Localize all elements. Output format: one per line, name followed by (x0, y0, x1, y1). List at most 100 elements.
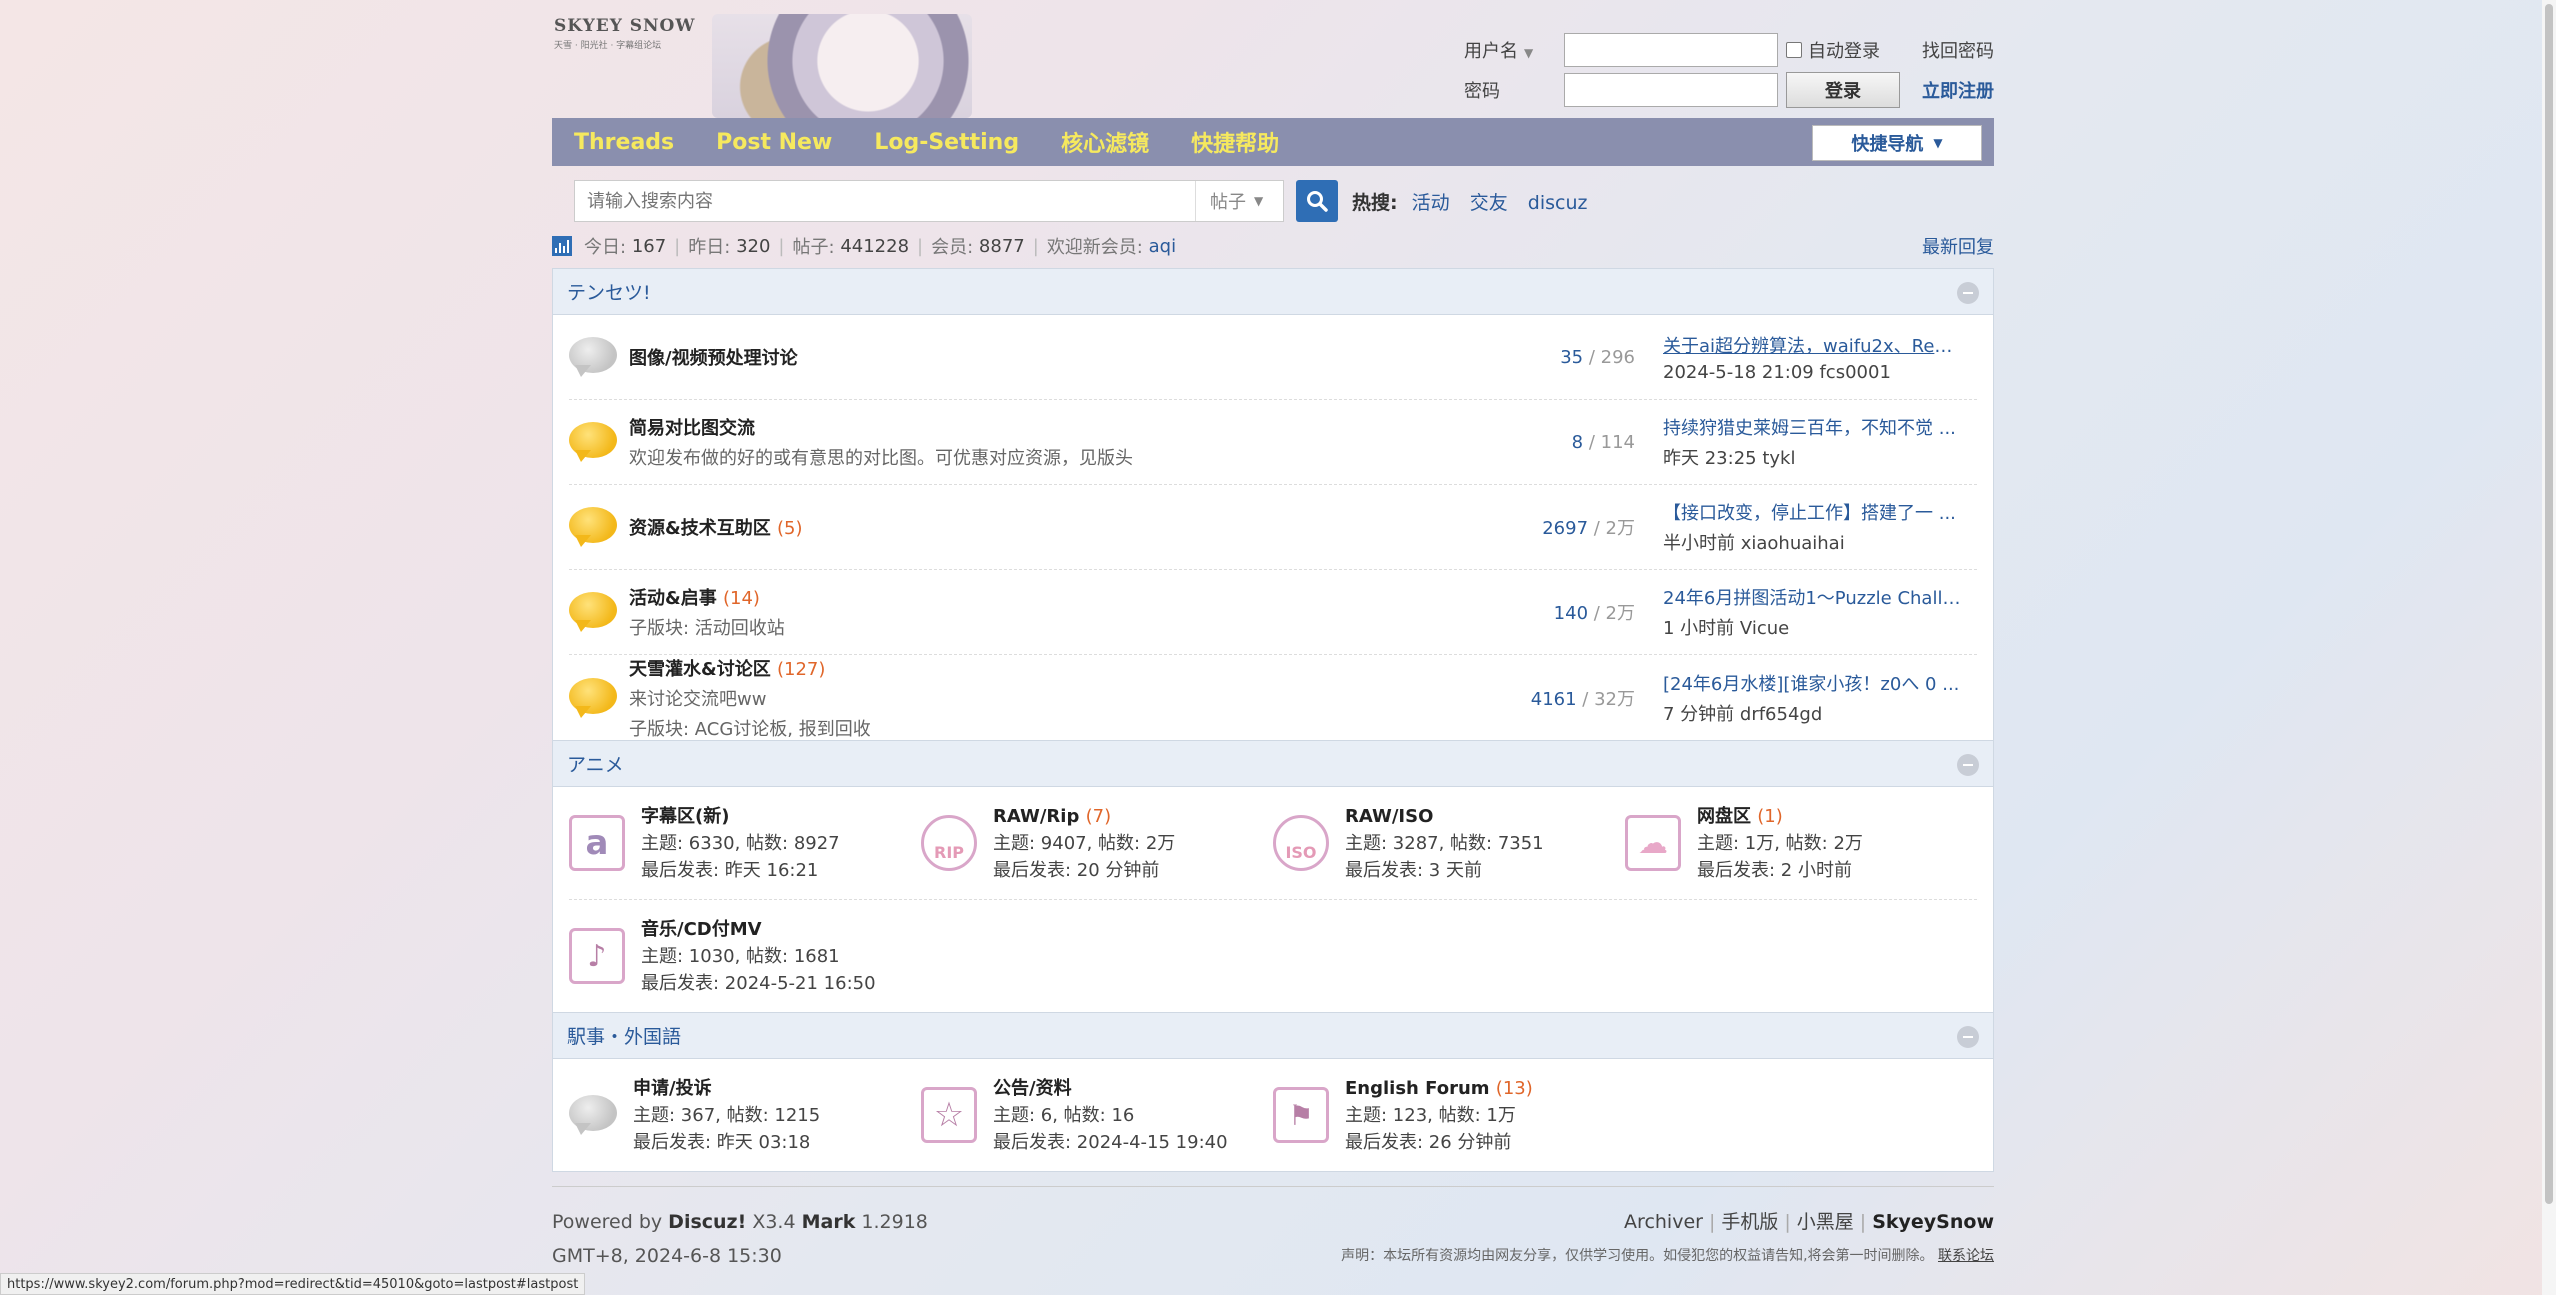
logo-subtitle: 天雪 · 阳光社 · 字幕组论坛 (554, 41, 662, 51)
login-button[interactable]: 登录 (1786, 72, 1900, 108)
nav-quick-help[interactable]: 快捷帮助 (1191, 126, 1279, 158)
forum-info: 活动&启事 (14) 子版块: 活动回收站 (629, 584, 785, 640)
forum-row: 天雪灌水&讨论区 (127) 来讨论交流吧ww 子版块: ACG讨论板, 报到回收 4… (569, 655, 1977, 740)
username-label-select[interactable]: 用户名 ▼ (1464, 37, 1564, 63)
collapse-icon[interactable] (1957, 282, 1979, 304)
nav-log-setting[interactable]: Log-Setting (874, 130, 1019, 155)
forum-link[interactable]: 简易对比图交流 (629, 418, 755, 439)
password-input[interactable] (1564, 73, 1778, 107)
forum-stats: 主题: 6330, 帖数: 8927 (641, 832, 840, 854)
forum-link[interactable]: 网盘区 (1697, 806, 1751, 827)
checkbox-box[interactable] (1786, 42, 1802, 58)
nav-core-filter[interactable]: 核心滤镜 (1061, 126, 1149, 158)
forum-cell: ♪ 音乐/CD付MV 主题: 1030, 帖数: 1681 最后发表: 2024-5-… (569, 900, 921, 1012)
forum-info: 简易对比图交流欢迎发布做的好的或有意思的对比图。可优惠对应资源，见版头 (629, 414, 1133, 470)
forum-grid: a 字幕区(新) 主题: 6330, 帖数: 8927 最后发表: 昨天 16:21 R… (569, 787, 1977, 900)
chevron-down-icon: ▼ (1254, 194, 1264, 208)
scrollbar-thumb[interactable] (2545, 4, 2553, 1204)
forgot-password-link[interactable]: 找回密码 (1922, 37, 1994, 63)
site-logo[interactable]: SKYEY SNOW 天雪 · 阳光社 · 字幕组论坛 (552, 14, 972, 118)
nav-threads[interactable]: Threads (574, 130, 674, 155)
new-member-link[interactable]: aqi (1149, 236, 1176, 257)
forum-grid: ♪ 音乐/CD付MV 主题: 1030, 帖数: 1681 最后发表: 2024-5-… (569, 900, 1977, 1012)
hot-search: 热搜: 活动 交友 discuz (1352, 188, 1601, 215)
footer-link-home[interactable]: SkyeySnow (1872, 1211, 1994, 1233)
discuz-link[interactable]: Discuz! (668, 1211, 746, 1233)
today-post-count: (1) (1757, 805, 1783, 827)
hot-search-item[interactable]: 活动 (1412, 192, 1450, 214)
forum-info: 资源&技术互助区 (5) (629, 514, 802, 540)
forum-description: 欢迎发布做的好的或有意思的对比图。可优惠对应资源，见版头 (629, 448, 1133, 469)
search-box: 帖子▼ (574, 180, 1284, 222)
forum-link[interactable]: 活动&启事 (629, 588, 717, 609)
last-post-title[interactable]: [24年6月水楼][谁家小孩！z0へ 0 ... (1663, 670, 1963, 696)
forum-stats: 主题: 367, 帖数: 1215 (633, 1104, 821, 1126)
forum-description: 子版块: 活动回收站 (629, 618, 785, 639)
forum-name: 音乐/CD付MV (641, 916, 876, 943)
login-form: 用户名 ▼ 自动登录 找回密码 密码 登录 立即注册 (1464, 30, 1994, 110)
nav-post-new[interactable]: Post New (716, 130, 832, 155)
forum-stats: 今日: 167 | 昨日: 320 | 帖子: 441228 | 会员: 887… (552, 232, 1994, 260)
footer-link-archiver[interactable]: Archiver (1624, 1211, 1703, 1233)
today-post-count: (13) (1495, 1077, 1533, 1099)
forum-list: 图像/视频预处理讨论 35 / 296 关于ai超分辨算法，waifu2x、Rea … (553, 315, 1993, 740)
footer-link-blackroom[interactable]: 小黑屋 (1797, 1211, 1854, 1233)
category-title[interactable]: テンセツ! (567, 278, 651, 305)
forum-bubble-icon (569, 507, 617, 547)
forum-link[interactable]: RAW/Rip (993, 806, 1079, 827)
last-post-title[interactable]: 【接口改变，停止工作】搭建了一 ... (1663, 499, 1963, 525)
forum-cell: RIP RAW/Rip (7) 主题: 9407, 帖数: 2万 最后发表: 20 分… (921, 787, 1273, 899)
members-count: 8877 (978, 235, 1025, 257)
forum-name: 申请/投诉 (633, 1075, 820, 1102)
username-input[interactable] (1564, 33, 1778, 67)
post-count: 2万 (1605, 603, 1635, 624)
last-post-meta: 2024-5-18 21:09 fcs0001 (1663, 361, 1891, 383)
forum-link[interactable]: 图像/视频预处理讨论 (629, 348, 798, 369)
forum-name: 活动&启事 (14) (629, 584, 785, 610)
footer-link-mobile[interactable]: 手机版 (1721, 1211, 1778, 1233)
browser-status-bar: https://www.skyey2.com/forum.php?mod=red… (0, 1273, 586, 1295)
chevron-down-icon: ▼ (1524, 46, 1534, 60)
forum-cell: ☆ 公告/资料 主题: 6, 帖数: 16 最后发表: 2024-4-15 19:40 (921, 1059, 1273, 1171)
post-count: 296 (1600, 346, 1635, 368)
forum-link[interactable]: 字幕区(新) (641, 806, 729, 827)
contact-link[interactable]: 联系论坛 (1938, 1248, 1994, 1264)
forum-last-post: 最后发表: 3 天前 (1345, 859, 1482, 881)
category-title[interactable]: アニメ (567, 750, 624, 777)
forum-link[interactable]: 音乐/CD付MV (641, 919, 762, 940)
music-note-icon: ♪ (569, 928, 625, 984)
last-post-title[interactable]: 持续狩猎史莱姆三百年，不知不觉 ... (1663, 414, 1963, 440)
forum-link[interactable]: RAW/ISO (1345, 806, 1433, 827)
forum-last-post: 最后发表: 2024-4-15 19:40 (993, 1131, 1228, 1153)
forum-link[interactable]: 公告/资料 (993, 1078, 1072, 1099)
forum-stats: 主题: 1万, 帖数: 2万 (1697, 832, 1863, 854)
posts-count: 441228 (840, 235, 910, 257)
forum-last-post: 最后发表: 昨天 16:21 (641, 859, 819, 881)
last-post-title[interactable]: 24年6月拼图活动1～Puzzle Chall ... (1663, 584, 1963, 610)
flag-icon: ⚑ (1273, 1087, 1329, 1143)
forum-link[interactable]: 资源&技术互助区 (629, 518, 771, 539)
collapse-icon[interactable] (1957, 1026, 1979, 1048)
last-post-title[interactable]: 关于ai超分辨算法，waifu2x、Rea ... (1663, 332, 1963, 358)
hot-search-item[interactable]: discuz (1528, 192, 1588, 214)
auto-login-checkbox[interactable]: 自动登录 (1786, 37, 1880, 63)
search-button[interactable] (1296, 180, 1338, 222)
collapse-icon[interactable] (1957, 754, 1979, 776)
quick-nav-button[interactable]: 快捷导航 ▼ (1812, 125, 1982, 161)
scrollbar[interactable] (2542, 0, 2556, 1295)
hot-search-item[interactable]: 交友 (1470, 192, 1508, 214)
search-input[interactable] (575, 181, 1195, 221)
category-title[interactable]: 駅事・外国語 (567, 1022, 681, 1049)
latest-replies-link[interactable]: 最新回复 (1922, 233, 1994, 259)
forum-link[interactable]: 申请/投诉 (633, 1078, 712, 1099)
forum-cell: a 字幕区(新) 主题: 6330, 帖数: 8927 最后发表: 昨天 16:21 (569, 787, 921, 899)
search-type-select[interactable]: 帖子 ▼ (1195, 181, 1283, 221)
last-post-meta: 半小时前 xiaohuaihai (1663, 533, 1845, 554)
forum-link[interactable]: 天雪灌水&讨论区 (629, 659, 771, 680)
thread-count: 35 (1560, 346, 1584, 368)
post-count: 32万 (1594, 688, 1635, 710)
register-link[interactable]: 立即注册 (1922, 77, 1994, 103)
footer: Powered by Discuz! X3.4 Mark 1.2918 GMT+… (552, 1186, 1994, 1276)
forum-link[interactable]: English Forum (1345, 1078, 1490, 1099)
last-post-meta: 昨天 23:25 tykl (1663, 448, 1796, 469)
